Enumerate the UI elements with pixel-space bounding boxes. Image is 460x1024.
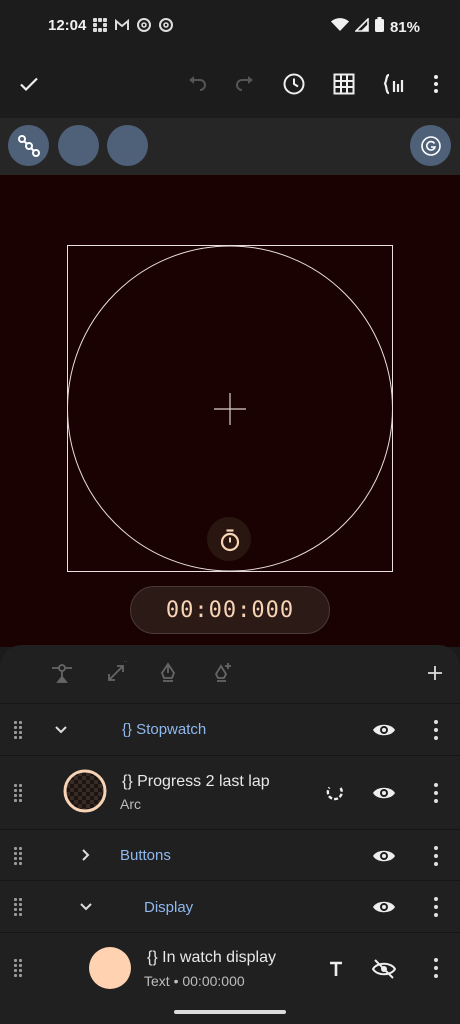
eye-off-icon[interactable] <box>372 957 396 981</box>
editor-toolbar <box>0 50 460 118</box>
drag-handle-icon[interactable] <box>14 898 26 916</box>
drag-handle-icon[interactable] <box>14 721 26 739</box>
arc-thumbnail <box>63 769 107 813</box>
grid-icon <box>92 17 108 33</box>
grid-icon <box>333 73 355 95</box>
anchor-tool[interactable] <box>48 659 76 687</box>
clock-icon <box>283 73 305 95</box>
wifi-icon <box>330 17 349 37</box>
drag-handle-icon[interactable] <box>14 959 26 977</box>
eye-icon[interactable] <box>372 895 396 919</box>
add-pen-tool[interactable] <box>208 659 236 687</box>
add-layer-button[interactable] <box>421 659 449 687</box>
code-button[interactable] <box>378 68 410 100</box>
layer-row-stopwatch[interactable]: {} Stopwatch <box>0 703 460 755</box>
redo-button[interactable] <box>229 68 261 100</box>
layer-name: Display <box>144 899 194 916</box>
layer-name: Buttons <box>120 847 171 864</box>
system-icons: 81% <box>330 16 420 37</box>
more-vert-icon[interactable] <box>432 897 440 917</box>
resize-tool[interactable] <box>102 659 130 687</box>
status-time: 12:04 <box>48 17 87 34</box>
layer-row-in-watch-display[interactable]: {} In watch display Text • 00:00:000 <box>0 932 460 1002</box>
more-vert-icon[interactable] <box>432 783 440 803</box>
panel-tools <box>0 645 460 703</box>
status-bar: 12:04 81% <box>0 0 460 50</box>
eye-icon[interactable] <box>372 781 396 805</box>
check-icon <box>20 77 38 92</box>
battery-icon <box>374 17 384 37</box>
layer-row-display[interactable]: Display <box>0 880 460 932</box>
chip-row <box>0 118 460 175</box>
layer-type: Arc <box>120 796 141 812</box>
color-chip[interactable] <box>107 125 148 166</box>
layer-row-progress[interactable]: {} Progress 2 last lap Arc <box>0 755 460 829</box>
layer-type: Text • 00:00:000 <box>144 973 245 989</box>
g-circle-icon <box>420 135 441 156</box>
notification-icons <box>92 17 174 33</box>
anchor-icon <box>52 664 72 683</box>
chevron-right-icon[interactable] <box>78 847 94 863</box>
confirm-button[interactable] <box>13 68 45 100</box>
layer-row-buttons[interactable]: Buttons <box>0 829 460 880</box>
layer-name: {} Progress 2 last lap <box>122 773 270 790</box>
link-nodes-icon <box>17 134 40 157</box>
time-display-pill[interactable]: 00:00:000 <box>130 586 330 634</box>
battery-percent: 81% <box>389 18 420 36</box>
threads-icon <box>136 17 152 33</box>
text-type-icon <box>330 961 342 976</box>
pen-plus-icon <box>214 663 231 682</box>
watch-face-canvas[interactable]: 00:00:000 <box>0 175 460 647</box>
more-vert-icon[interactable] <box>432 846 440 866</box>
grid-toggle-button[interactable] <box>328 68 360 100</box>
signal-icon <box>354 16 369 37</box>
plus-icon <box>428 666 442 680</box>
drag-handle-icon[interactable] <box>14 784 26 802</box>
eye-icon[interactable] <box>372 844 396 868</box>
overflow-menu-button[interactable] <box>420 68 452 100</box>
history-button[interactable] <box>278 68 310 100</box>
more-vert-icon[interactable] <box>432 958 440 978</box>
eye-icon[interactable] <box>372 718 396 742</box>
layers-panel: {} Stopwatch {} Progress 2 last lap Arc <box>0 645 460 1024</box>
layer-name: {} Stopwatch <box>122 721 207 738</box>
color-chip[interactable] <box>58 125 99 166</box>
undo-button[interactable] <box>181 68 213 100</box>
chevron-down-icon[interactable] <box>78 899 94 915</box>
time-display-text: 00:00:000 <box>165 597 295 623</box>
text-thumbnail <box>89 947 131 989</box>
more-vert-icon[interactable] <box>432 720 440 740</box>
g-chip[interactable] <box>410 125 451 166</box>
gmail-icon <box>114 17 130 33</box>
code-braces-icon <box>383 73 404 95</box>
drag-handle-icon[interactable] <box>14 847 26 865</box>
layer-name: {} In watch display <box>147 949 276 966</box>
home-indicator[interactable] <box>174 1010 286 1014</box>
undo-icon <box>189 76 206 91</box>
more-vert-icon <box>434 75 438 93</box>
resize-arrows-icon <box>108 661 128 681</box>
connection-chip[interactable] <box>8 125 49 166</box>
threads-icon <box>158 17 174 33</box>
arc-type-icon <box>326 786 343 801</box>
crosshair-icon <box>214 393 246 425</box>
pen-nib-icon <box>160 662 176 682</box>
pen-tool[interactable] <box>154 659 182 687</box>
chevron-down-icon[interactable] <box>53 722 69 738</box>
redo-icon <box>236 76 253 91</box>
